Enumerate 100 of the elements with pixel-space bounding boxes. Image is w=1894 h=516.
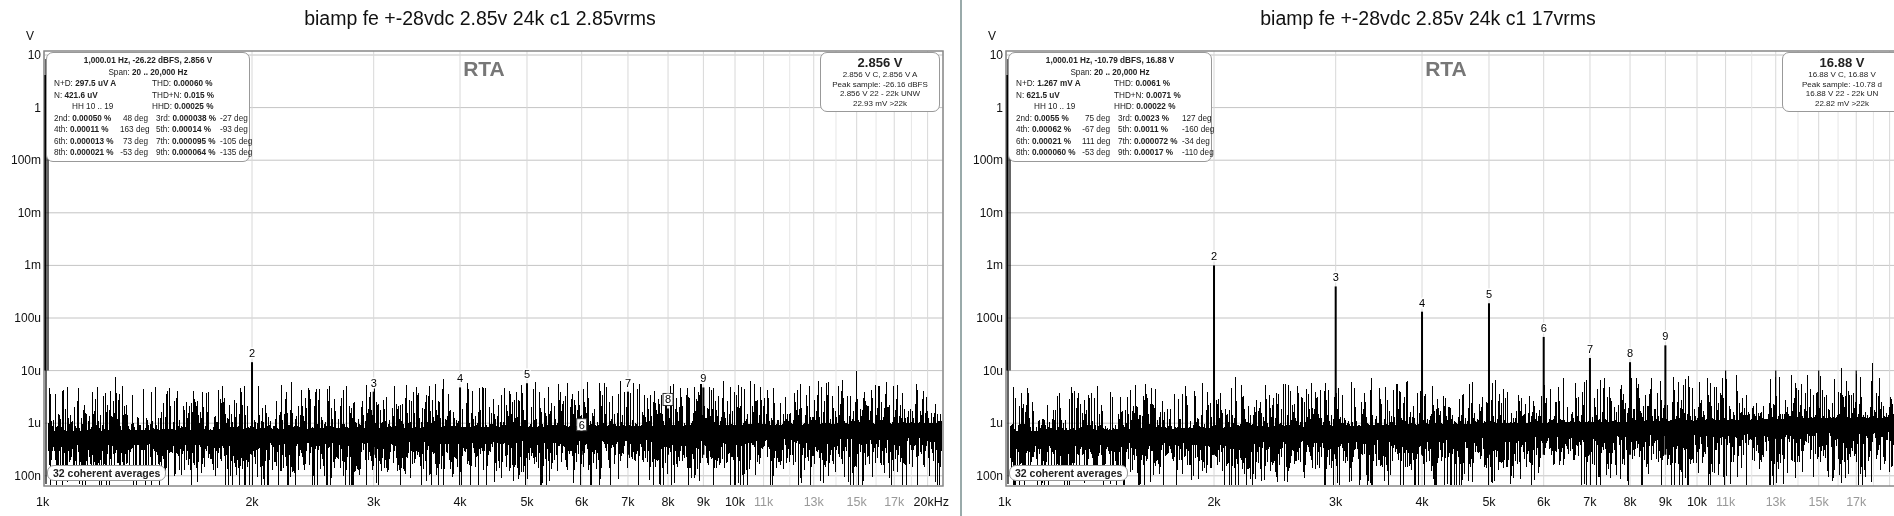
harmonic-label: 7 bbox=[624, 376, 632, 389]
harmonic-peak bbox=[372, 391, 375, 455]
y-tick-label: 1u bbox=[989, 416, 1003, 431]
plot-label: RTA bbox=[1425, 57, 1467, 80]
level-detail: 16.88 V 22 - 22k UN bbox=[1804, 89, 1880, 99]
x-tick-label: 6k bbox=[1537, 495, 1551, 509]
y-tick-label: 1 bbox=[34, 100, 41, 115]
harmonic-value: 7th: 0.000095 % bbox=[155, 135, 217, 147]
y-tick-label: 100u bbox=[14, 311, 41, 325]
harmonic-phase: -110 deg bbox=[1182, 147, 1212, 159]
x-tick-label: 9k bbox=[1658, 495, 1672, 509]
x-tick-label: 3k bbox=[1329, 495, 1343, 509]
harmonic-value: 3rd: 0.000038 % bbox=[155, 112, 218, 124]
y-tick-label: 1 bbox=[996, 100, 1003, 115]
x-tick-label: 10k bbox=[724, 495, 746, 509]
measurement-text: THD+N: 0.015 % bbox=[151, 89, 216, 101]
x-tick-label: 7k bbox=[621, 495, 635, 509]
x-tick-label: 2k bbox=[245, 495, 259, 509]
harmonic-value: 9th: 0.00017 % bbox=[1117, 147, 1175, 159]
y-tick-label: 10 bbox=[27, 48, 41, 62]
harmonic-label: 5 bbox=[523, 368, 531, 381]
harmonic-value: 8th: 0.000060 % bbox=[1015, 147, 1077, 159]
span-value: 20 .. 20,000 Hz bbox=[1094, 67, 1150, 77]
x-tick-label: 17k bbox=[884, 495, 905, 509]
measurement-text: HH 10 .. 19 bbox=[71, 101, 115, 113]
y-tick-label: 10 bbox=[989, 48, 1003, 62]
x-tick-label: 8k bbox=[1623, 495, 1637, 509]
summary-header: 1,000.01 Hz, -10.79 dBFS, 16.88 V bbox=[1044, 55, 1176, 67]
averages-label: 32 coherent averages bbox=[47, 465, 167, 481]
harmonic-peak bbox=[667, 408, 670, 455]
x-tick-label: 15k bbox=[846, 495, 867, 509]
x-tick-label: 6k bbox=[575, 495, 589, 509]
measurement-text: THD+N: 0.0071 % bbox=[1113, 89, 1182, 101]
x-tick-label: 2k bbox=[1207, 495, 1221, 509]
y-tick-label: 1m bbox=[24, 258, 41, 273]
harmonic-label: 6 bbox=[1540, 321, 1547, 334]
level-detail: 22.82 mV >22k bbox=[1813, 98, 1870, 108]
harmonic-label: 2 bbox=[248, 347, 256, 360]
harmonic-label: 9 bbox=[1662, 330, 1669, 343]
chart-title: biamp fe +-28vdc 2.85v 24k c1 2.85vrms bbox=[304, 7, 656, 30]
y-tick-label: 100m bbox=[972, 153, 1003, 168]
harmonic-label: 8 bbox=[664, 393, 672, 406]
span-value: 20 .. 20,000 Hz bbox=[132, 67, 188, 77]
span-label: Span: bbox=[1070, 67, 1093, 77]
harmonic-phase: 127 deg bbox=[1182, 112, 1212, 124]
harmonic-value: 4th: 0.00062 % bbox=[1015, 124, 1073, 136]
x-tick-label: 13k bbox=[803, 495, 824, 509]
level-detail: 22.93 mV >22k bbox=[851, 98, 908, 108]
x-tick-label: 20kHz bbox=[913, 495, 949, 509]
harmonic-label: 3 bbox=[1332, 271, 1339, 284]
level-detail: 16.88 V C, 16.88 V bbox=[1807, 70, 1877, 80]
harmonic-phase: 48 deg bbox=[121, 112, 149, 124]
x-tick-label: 17k bbox=[1846, 495, 1867, 509]
harmonic-phase: -53 deg bbox=[120, 147, 149, 159]
x-tick-label: 10k bbox=[1686, 495, 1708, 509]
y-tick-label: 1m bbox=[986, 258, 1003, 273]
x-tick-label: 11k bbox=[1716, 495, 1736, 509]
y-tick-label: 10u bbox=[982, 363, 1003, 378]
chart-title: biamp fe +-28vdc 2.85v 24k c1 17vrms bbox=[1260, 7, 1596, 30]
harmonic-value: 9th: 0.000064 % bbox=[155, 147, 217, 159]
harmonic-value: 4th: 0.00011 % bbox=[53, 124, 110, 136]
harmonic-value: 3rd: 0.0023 % bbox=[1117, 112, 1170, 124]
x-tick-label: 8k bbox=[661, 495, 675, 509]
voltage-reading: 16.88 V bbox=[1818, 55, 1866, 70]
harmonic-value: 6th: 0.000013 % bbox=[53, 135, 115, 147]
measurement-text: HHD: 0.00022 % bbox=[1113, 101, 1177, 113]
level-detail: 2.856 V C, 2.856 V A bbox=[841, 70, 919, 80]
harmonic-phase: 163 deg bbox=[120, 124, 151, 136]
harmonic-label: 7 bbox=[1586, 343, 1594, 355]
harmonic-peak bbox=[702, 387, 705, 455]
averages-label: 32 coherent averages bbox=[1009, 465, 1129, 481]
y-tick-label: 10m bbox=[17, 205, 41, 220]
plot-label: RTA bbox=[463, 57, 505, 80]
measurement-text: N+D: 297.5 uV A bbox=[53, 78, 118, 90]
harmonic-value: 6th: 0.00021 % bbox=[1015, 135, 1073, 147]
x-tick-label: 4k bbox=[453, 495, 467, 509]
harmonic-phase: -160 deg bbox=[1182, 124, 1212, 136]
x-tick-label: 5k bbox=[1482, 495, 1496, 509]
harmonic-phase: -34 deg bbox=[1182, 135, 1211, 147]
voltage-reading: 2.856 V bbox=[856, 55, 904, 70]
harmonic-phase: -105 deg bbox=[220, 135, 250, 147]
x-tick-label: 3k bbox=[367, 495, 381, 509]
measurement-text: HH 10 .. 19 bbox=[1033, 101, 1077, 113]
axis-unit: V bbox=[988, 29, 996, 43]
x-tick-label: 15k bbox=[1808, 495, 1829, 509]
y-tick-label: 10m bbox=[979, 205, 1003, 220]
harmonic-phase: -135 deg bbox=[220, 147, 250, 159]
harmonic-peak bbox=[626, 391, 629, 455]
x-tick-label: 1k bbox=[998, 495, 1012, 509]
harmonic-label: 6 bbox=[578, 418, 585, 431]
y-tick-label: 100m bbox=[10, 153, 41, 168]
harmonic-label: 2 bbox=[1210, 250, 1218, 263]
y-tick-label: 100n bbox=[14, 468, 41, 483]
x-tick-label: 1k bbox=[36, 495, 50, 509]
y-tick-label: 100u bbox=[976, 311, 1003, 325]
harmonic-label: 4 bbox=[1418, 296, 1426, 309]
y-tick-label: 1u bbox=[27, 416, 41, 431]
harmonic-label: 4 bbox=[456, 372, 464, 385]
measurement-text: N+D: 1.267 mV A bbox=[1015, 78, 1082, 90]
y-tick-label: 100n bbox=[976, 468, 1003, 483]
